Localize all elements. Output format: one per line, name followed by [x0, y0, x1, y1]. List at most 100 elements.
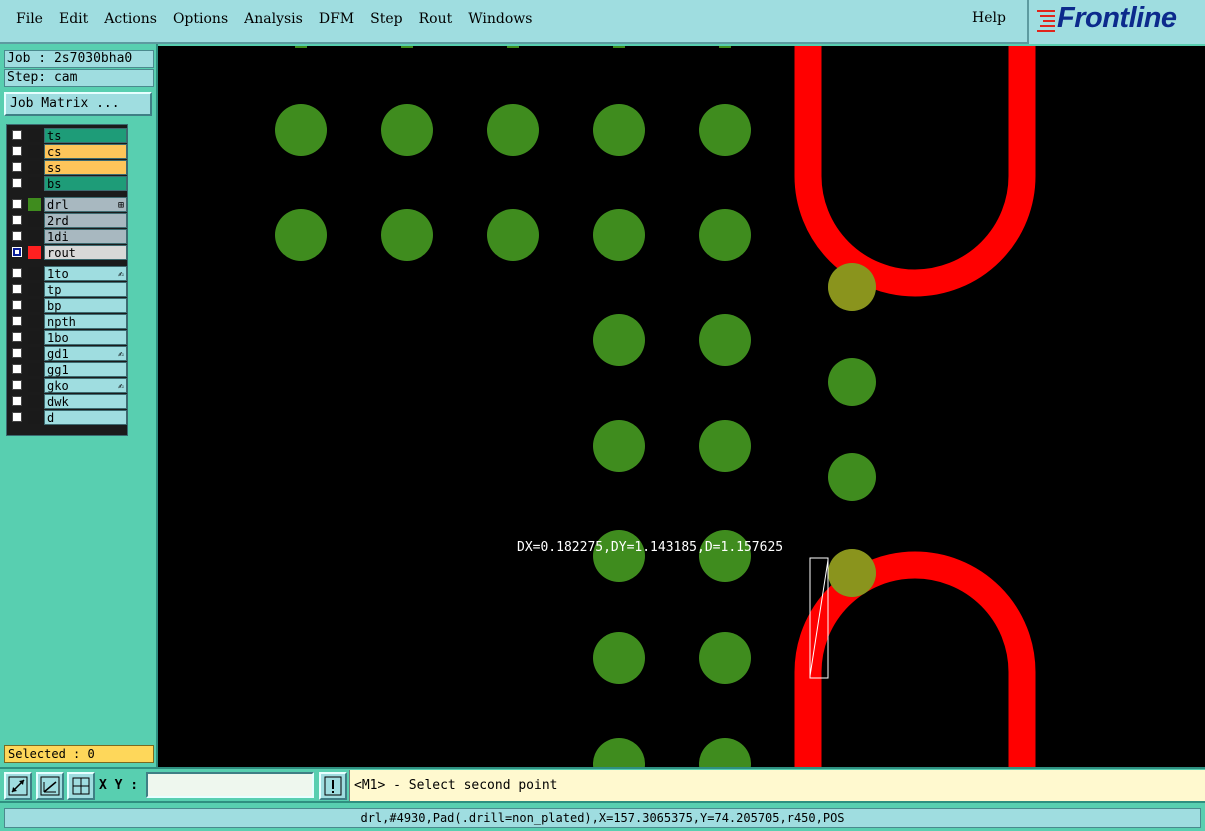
layer-row[interactable]: bs — [8, 176, 127, 191]
layer-checkbox[interactable] — [12, 247, 22, 257]
rout-slot-top[interactable] — [794, 46, 1036, 297]
layer-color-swatch[interactable] — [28, 145, 41, 158]
layer-row[interactable]: npth — [8, 314, 127, 329]
layer-name[interactable]: d — [44, 410, 127, 425]
layer-row[interactable]: rout — [8, 245, 127, 260]
drill-pad[interactable] — [828, 358, 876, 406]
layer-color-swatch[interactable] — [28, 129, 41, 142]
layer-name[interactable]: 1di — [44, 229, 127, 244]
layer-name[interactable]: dwk — [44, 394, 127, 409]
menu-rout[interactable]: Rout — [411, 11, 461, 27]
layer-row[interactable]: ts — [8, 128, 127, 143]
xy-input[interactable] — [146, 772, 314, 798]
drill-pad[interactable] — [699, 530, 751, 582]
layer-row[interactable]: gg1 — [8, 362, 127, 377]
drill-pad[interactable] — [593, 420, 645, 472]
layer-color-swatch[interactable] — [28, 395, 41, 408]
pad-highlight[interactable] — [828, 263, 876, 311]
layer-checkbox[interactable] — [12, 348, 22, 358]
layer-name[interactable]: ss — [44, 160, 127, 175]
menu-actions[interactable]: Actions — [96, 11, 165, 27]
drill-pad[interactable] — [275, 104, 327, 156]
layer-name[interactable]: bp — [44, 298, 127, 313]
layer-color-swatch[interactable] — [28, 161, 41, 174]
layer-row[interactable]: 2rd — [8, 213, 127, 228]
layer-checkbox[interactable] — [12, 130, 22, 140]
layer-checkbox[interactable] — [12, 364, 22, 374]
layer-name[interactable]: rout — [44, 245, 127, 260]
layer-name[interactable]: bs — [44, 176, 127, 191]
layer-checkbox[interactable] — [12, 300, 22, 310]
layer-name[interactable]: cs — [44, 144, 127, 159]
layer-name[interactable]: 1bo — [44, 330, 127, 345]
layer-color-swatch[interactable] — [28, 411, 41, 424]
layer-row[interactable]: ss — [8, 160, 127, 175]
menu-file[interactable]: File — [8, 11, 51, 27]
measure-icon[interactable] — [36, 772, 64, 800]
layer-name[interactable]: 2rd — [44, 213, 127, 228]
menu-help[interactable]: Help — [972, 10, 1006, 26]
layer-color-swatch[interactable] — [28, 347, 41, 360]
menu-edit[interactable]: Edit — [51, 11, 96, 27]
layer-checkbox[interactable] — [12, 316, 22, 326]
layer-name[interactable]: 1to ✍ — [44, 266, 127, 281]
layer-color-swatch[interactable] — [28, 267, 41, 280]
board-view[interactable] — [158, 46, 1205, 767]
layer-row[interactable]: 1bo — [8, 330, 127, 345]
layer-checkbox[interactable] — [12, 380, 22, 390]
layer-name[interactable]: ts — [44, 128, 127, 143]
layer-checkbox[interactable] — [12, 231, 22, 241]
layer-checkbox[interactable] — [12, 199, 22, 209]
drill-pad[interactable] — [593, 104, 645, 156]
layer-row[interactable]: tp — [8, 282, 127, 297]
drill-pad[interactable] — [828, 453, 876, 501]
layer-name[interactable]: gko ✍ — [44, 378, 127, 393]
drill-pad[interactable] — [699, 632, 751, 684]
layer-checkbox[interactable] — [12, 162, 22, 172]
layer-checkbox[interactable] — [12, 412, 22, 422]
layer-row[interactable]: d — [8, 410, 127, 425]
alert-button[interactable] — [319, 772, 347, 800]
layer-color-swatch[interactable] — [28, 299, 41, 312]
rout-slot-bottom[interactable] — [794, 551, 1036, 767]
drill-pad[interactable] — [381, 104, 433, 156]
layer-color-swatch[interactable] — [28, 198, 41, 211]
drill-pad[interactable] — [593, 632, 645, 684]
layer-color-swatch[interactable] — [28, 177, 41, 190]
layer-checkbox[interactable] — [12, 284, 22, 294]
layer-name[interactable]: gg1 — [44, 362, 127, 377]
menu-step[interactable]: Step — [362, 11, 410, 27]
layer-name[interactable]: gd1 ✍ — [44, 346, 127, 361]
layer-checkbox[interactable] — [12, 268, 22, 278]
layer-name[interactable]: drl ⊞ — [44, 197, 127, 212]
pad-highlight[interactable] — [828, 549, 876, 597]
drill-pad[interactable] — [487, 104, 539, 156]
layer-row[interactable]: gd1 ✍ — [8, 346, 127, 361]
layer-color-swatch[interactable] — [28, 331, 41, 344]
layer-row[interactable]: bp — [8, 298, 127, 313]
layer-checkbox[interactable] — [12, 332, 22, 342]
drill-pad[interactable] — [593, 738, 645, 767]
layer-checkbox[interactable] — [12, 396, 22, 406]
layer-row[interactable]: gko ✍ — [8, 378, 127, 393]
layer-row[interactable]: drl ⊞ — [8, 197, 127, 212]
drill-pad[interactable] — [699, 104, 751, 156]
layer-checkbox[interactable] — [12, 146, 22, 156]
layer-color-swatch[interactable] — [28, 283, 41, 296]
layer-color-swatch[interactable] — [28, 230, 41, 243]
drill-pad[interactable] — [593, 314, 645, 366]
menu-analysis[interactable]: Analysis — [236, 11, 311, 27]
layer-checkbox[interactable] — [12, 178, 22, 188]
layer-row[interactable]: cs — [8, 144, 127, 159]
menu-windows[interactable]: Windows — [460, 11, 540, 27]
menu-options[interactable]: Options — [165, 11, 236, 27]
menu-dfm[interactable]: DFM — [311, 11, 362, 27]
resize-diagonal-icon[interactable] — [4, 772, 32, 800]
layer-name[interactable]: tp — [44, 282, 127, 297]
drill-pad[interactable] — [593, 530, 645, 582]
drill-pad[interactable] — [699, 209, 751, 261]
drill-pad[interactable] — [593, 209, 645, 261]
layer-row[interactable]: 1di — [8, 229, 127, 244]
drill-pad[interactable] — [487, 209, 539, 261]
drill-pad[interactable] — [699, 314, 751, 366]
